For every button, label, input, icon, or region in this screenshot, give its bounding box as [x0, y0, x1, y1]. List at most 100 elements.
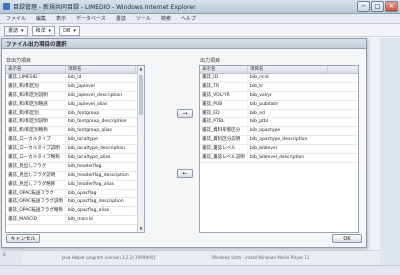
item-display-name: 書誌_和/和区別説明 — [6, 91, 66, 100]
menu-search[interactable]: 検索 — [161, 15, 171, 22]
list-item[interactable]: 書誌_ローカルタイプ bib_localtype — [6, 136, 144, 146]
item-display-name: 書誌_OPAC転送フラグ説明 — [6, 198, 66, 207]
item-display-name: 書誌_MARCID — [6, 216, 66, 225]
move-right-button[interactable]: → — [177, 109, 193, 118]
item-field-name: bib_id — [68, 75, 82, 80]
scrollbar[interactable]: ▲ ▼ — [137, 66, 144, 232]
list-item[interactable]: 書誌_ローカルタイプ略称 bib_localtype_alias — [6, 154, 144, 163]
item-display-name: 書誌_ID — [200, 74, 248, 82]
db-select-value: DB — [63, 27, 71, 34]
item-display-name: 書誌_書誌レベル説明 — [200, 154, 248, 162]
list-item[interactable]: 書誌_TR bib_tr — [200, 82, 358, 92]
item-field-name: bib_opactype_description — [250, 137, 308, 143]
footer-text: Java Helper program (version 1.2.2) 1999… — [62, 255, 156, 260]
item-field-name: bib_vol/yr — [250, 92, 272, 98]
list-item[interactable]: 書誌_ローカルタイプ説明 bib_localtype_description — [6, 145, 144, 155]
item-field-name: bib_localtype_description — [68, 146, 126, 152]
db-select[interactable]: DB ▾ — [59, 25, 80, 36]
dialog-title: ファイル出力項目の選択 — [6, 42, 67, 48]
item-display-name: 書誌_見出しフラグ説明 — [6, 171, 66, 180]
list-item[interactable]: 書誌_OPAC転送フラグ bib_opacflag — [6, 189, 144, 199]
item-field-name: bib_biblevel_description — [250, 155, 305, 161]
list-item[interactable]: 書誌_PTBL bib_ptbl — [200, 118, 358, 128]
list-item[interactable]: 書誌_OPAC転送フラグ略称 bib_opacflag_alias — [6, 207, 144, 217]
menu-help[interactable]: ヘルプ — [181, 15, 196, 22]
item-field-name: bib_japlevel_description — [68, 92, 123, 98]
dialog-header: ファイル出力項目の選択 — [2, 39, 366, 49]
list-item[interactable]: 書誌_資料形態区分 bib_opactype — [200, 127, 358, 137]
item-field-name: bib_headerflag_description — [68, 172, 129, 178]
list-item[interactable]: 書誌_LIMESID bib_id — [6, 74, 144, 83]
menu-edit[interactable]: 編集 — [36, 15, 46, 22]
item-field-name: bib_localtype_alias — [68, 155, 111, 161]
item-display-name: 書誌_和/和区別説明 — [6, 118, 66, 127]
list-item[interactable]: 書誌_和/和区別説明 bib_fontgroup_description — [6, 118, 144, 128]
item-display-name: 書誌_書誌レベル — [200, 145, 248, 154]
column-header-display-name[interactable]: 表示名 — [200, 66, 248, 73]
item-display-name: 書誌_LIMESID — [6, 74, 66, 82]
item-display-name: 書誌_ローカルタイプ説明 — [6, 145, 66, 154]
menu-bar: ファイル 編集 表示 データベース 書誌 ツール 検索 ヘルプ — [0, 14, 400, 24]
menu-tools[interactable]: ツール — [136, 15, 151, 22]
chevron-down-icon: ▾ — [48, 27, 52, 34]
menu-file[interactable]: ファイル — [6, 15, 26, 22]
item-field-name: bib_headerflag — [68, 163, 102, 169]
right-list-label: 出力項目 — [200, 58, 221, 64]
left-list-label: 非出力項目 — [6, 58, 32, 64]
lang-select[interactable]: 和洋 ▾ — [31, 25, 56, 36]
scroll-down-icon[interactable]: ▼ — [138, 226, 144, 232]
menu-database[interactable]: データベース — [76, 15, 106, 22]
item-display-name: 書誌_見出しフラグ — [6, 162, 66, 171]
item-display-name: 書誌_OPAC転送フラグ — [6, 189, 66, 198]
list-item[interactable]: 書誌_VOL/YR bib_vol/yr — [200, 91, 358, 101]
list-item[interactable]: 書誌_見出しフラグ略称 bib_headerflag_alias — [6, 180, 144, 190]
footer-text: Windows Vista - install Windows Media Pl… — [212, 255, 310, 260]
item-field-name: bib_opacflag_alias — [68, 208, 110, 214]
list-item[interactable]: 書誌_MARCID bib_marcid — [6, 216, 144, 226]
list-item[interactable]: 書誌_ED bib_ed — [200, 109, 358, 119]
menu-view[interactable]: 表示 — [56, 15, 66, 22]
column-header-field-name[interactable]: 項目名 — [248, 66, 328, 73]
background-footer: Java Helper program (version 1.2.2) 1999… — [22, 250, 380, 265]
item-display-name: 書誌_PUB — [200, 100, 248, 109]
non-output-list[interactable]: 表示名 項目名 書誌_LIMESID bib_id 書誌_和/和区別 bib_japl… — [5, 65, 145, 233]
list-item[interactable]: 書誌_ID bib_ncid — [200, 74, 358, 83]
list-item[interactable]: 書誌_和/和区別略語 bib_japlevel_alias — [6, 100, 144, 110]
maximize-button[interactable]: □ — [371, 1, 384, 12]
list-item[interactable]: 書誌_和/和区別 bib_fontgroup — [6, 109, 144, 119]
list-item[interactable]: 書誌_資料区分説明 bib_opactype_description — [200, 136, 358, 146]
item-field-name: bib_japlevel — [68, 83, 95, 89]
item-display-name: 書誌_和/和区別 — [6, 82, 66, 91]
cancel-button[interactable]: キャンセル — [6, 234, 40, 243]
item-display-name: 書誌_見出しフラグ略称 — [6, 180, 66, 189]
item-field-name: bib_fontgroup_description — [68, 119, 127, 125]
list-item[interactable]: 書誌_OPAC転送フラグ説明 bib_opacflag_description — [6, 198, 144, 208]
window-titlebar: 目録管理 - 新規共同目録 - LIMEDIO - Windows Intern… — [0, 0, 400, 14]
list-header: 表示名 項目名 — [200, 66, 358, 74]
scroll-thumb[interactable] — [139, 75, 143, 115]
target-select[interactable]: 書誌 ▾ — [4, 25, 28, 36]
list-item[interactable]: 書誌_書誌レベル説明 bib_biblevel_description — [200, 154, 358, 163]
item-display-name: 書誌_PTBL — [200, 118, 248, 127]
list-item[interactable]: 書誌_和/和区別説明 bib_japlevel_description — [6, 91, 144, 101]
list-item[interactable]: 書誌_見出しフラグ bib_headerflag — [6, 162, 144, 172]
menu-bibliography[interactable]: 書誌 — [116, 15, 126, 22]
browser-icon — [3, 3, 10, 10]
item-display-name: 書誌_VOL/YR — [200, 91, 248, 100]
column-header-display-name[interactable]: 表示名 — [6, 66, 66, 73]
lang-select-value: 和洋 — [35, 27, 46, 34]
ok-button[interactable]: OK — [332, 234, 362, 243]
list-item[interactable]: 書誌_見出しフラグ説明 bib_headerflag_description — [6, 171, 144, 181]
minimize-button[interactable]: ─ — [357, 1, 370, 12]
list-item[interactable]: 書誌_和/和区別 bib_japlevel — [6, 82, 144, 92]
list-item[interactable]: 書誌_和/和区別略称 bib_fontgroup_alias — [6, 127, 144, 137]
list-item[interactable]: 書誌_書誌レベル bib_biblevel — [200, 145, 358, 155]
item-field-name: bib_headerflag_alias — [68, 181, 115, 187]
list-item[interactable]: 書誌_PUB bib_pubdate — [200, 100, 358, 110]
output-list[interactable]: 表示名 項目名 書誌_ID bib_ncid 書誌_TR bib_tr 書誌_VOL/Y… — [199, 65, 359, 233]
move-left-button[interactable]: ← — [177, 169, 193, 178]
column-header-field-name[interactable]: 項目名 — [66, 66, 136, 73]
close-button[interactable]: ✕ — [385, 1, 398, 12]
chevron-down-icon: ▾ — [73, 27, 76, 34]
scroll-up-icon[interactable]: ▲ — [138, 66, 144, 72]
